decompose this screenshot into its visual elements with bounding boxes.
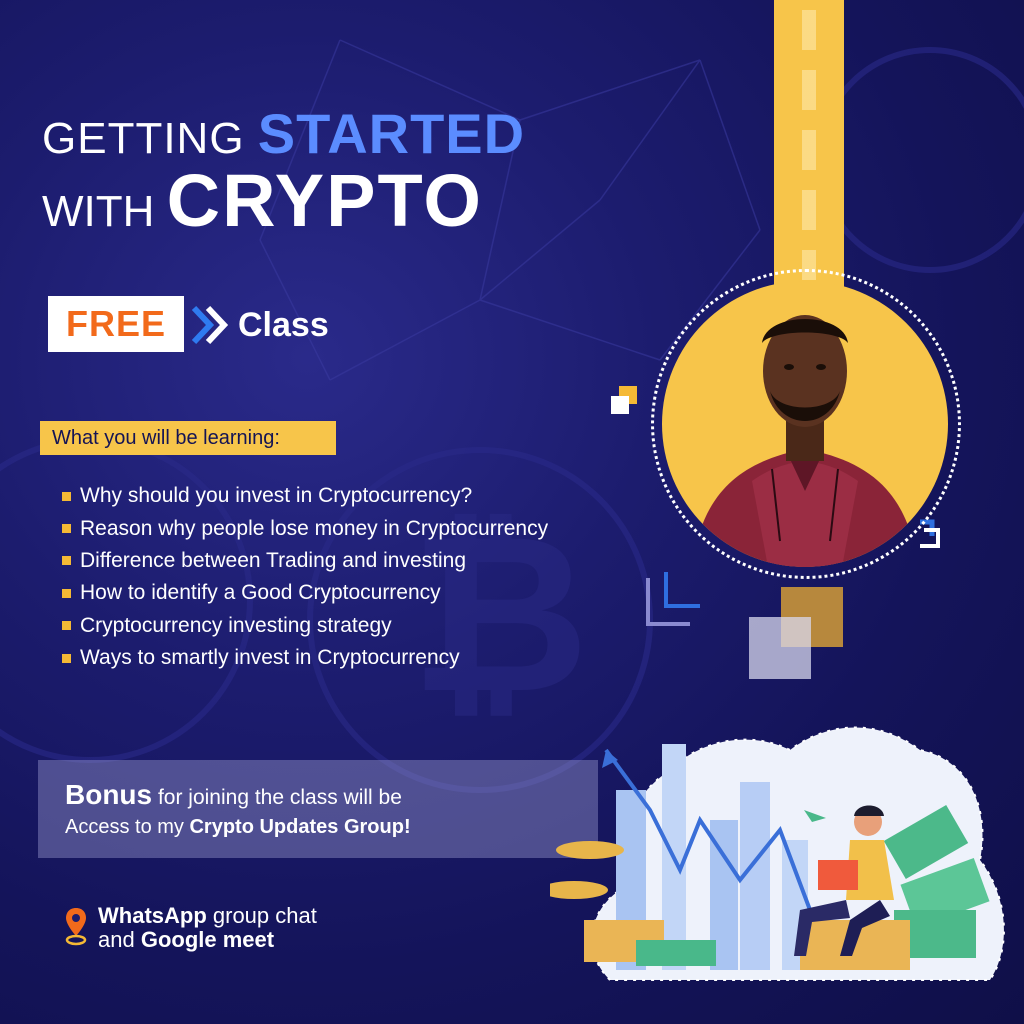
bullet-square-icon bbox=[62, 621, 71, 631]
bullet-square-icon bbox=[62, 491, 71, 501]
headline-crypto: CRYPTO bbox=[166, 159, 483, 242]
platform-line-1-rest: group chat bbox=[206, 903, 317, 928]
platform-line-1: WhatsApp group chat bbox=[98, 904, 317, 928]
investing-illustration bbox=[550, 726, 1005, 981]
list-item-text: Ways to smartly invest in Cryptocurrency bbox=[80, 646, 460, 670]
headline-getting: GETTING bbox=[42, 114, 245, 163]
bonus-line-1-rest: for joining the class will be bbox=[152, 786, 402, 809]
bonus-word: Bonus bbox=[65, 779, 153, 810]
double-chevron-right-icon bbox=[191, 305, 229, 345]
bonus-line-2: Access to my Crypto Updates Group! bbox=[65, 813, 598, 841]
bonus-line-2-prefix: Access to my bbox=[65, 816, 190, 838]
platform-info: WhatsApp group chat and Google meet bbox=[98, 904, 317, 952]
bullet-square-icon bbox=[62, 524, 71, 534]
bullet-square-icon bbox=[62, 588, 71, 598]
list-item: How to identify a Good Cryptocurrency bbox=[62, 577, 548, 609]
headline: GETTING STARTED WITH CRYPTO bbox=[42, 106, 525, 244]
list-item-text: Reason why people lose money in Cryptocu… bbox=[80, 516, 549, 540]
list-item-text: Difference between Trading and investing bbox=[80, 548, 467, 572]
list-item: Ways to smartly invest in Cryptocurrency bbox=[62, 642, 548, 674]
list-item: Why should you invest in Cryptocurrency? bbox=[62, 480, 548, 512]
bullet-square-icon bbox=[62, 556, 71, 566]
platform-line-2-prefix: and bbox=[98, 927, 141, 952]
list-item-text: How to identify a Good Cryptocurrency bbox=[80, 581, 441, 605]
bonus-line-1: Bonus for joining the class will be bbox=[65, 780, 598, 813]
class-label: Class bbox=[238, 306, 329, 344]
presenter-illustration bbox=[692, 315, 918, 567]
list-item: Cryptocurrency investing strategy bbox=[62, 610, 548, 642]
learning-heading: What you will be learning: bbox=[40, 421, 336, 455]
platform-google-meet: Google meet bbox=[140, 927, 275, 952]
headline-line-2: WITH CRYPTO bbox=[42, 164, 525, 244]
list-item: Reason why people lose money in Cryptocu… bbox=[62, 512, 548, 544]
free-badge: FREE bbox=[48, 296, 184, 352]
platform-line-2: and Google meet bbox=[98, 928, 317, 952]
headline-line-1: GETTING STARTED bbox=[42, 106, 525, 165]
bonus-panel: Bonus for joining the class will be Acce… bbox=[38, 760, 598, 858]
headline-with: WITH bbox=[42, 187, 155, 236]
yellow-bar-highlight bbox=[802, 10, 816, 280]
list-item: Difference between Trading and investing bbox=[62, 545, 548, 577]
presenter-photo bbox=[662, 281, 948, 567]
list-item-text: Cryptocurrency investing strategy bbox=[80, 613, 392, 637]
platform-whatsapp: WhatsApp bbox=[98, 903, 207, 928]
learning-list: Why should you invest in Cryptocurrency?… bbox=[62, 480, 548, 674]
location-pin-icon bbox=[65, 908, 87, 946]
list-item-text: Why should you invest in Cryptocurrency? bbox=[80, 484, 473, 508]
bonus-group-name: Crypto Updates Group! bbox=[189, 816, 411, 838]
headline-started: STARTED bbox=[257, 102, 526, 165]
poster: ₿ GETTING STARTED WITH CRYPTO FREE Class… bbox=[0, 0, 1024, 1024]
bullet-square-icon bbox=[62, 653, 71, 663]
